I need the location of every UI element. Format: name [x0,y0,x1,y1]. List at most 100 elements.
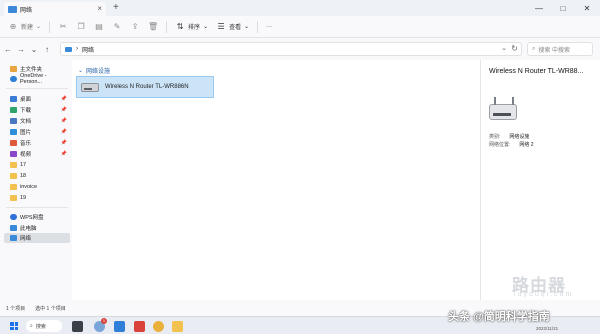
sidebar-item-onedrive[interactable]: OneDrive - Person... [4,73,70,85]
device-item-router[interactable]: Wireless N Router TL-WR886N [76,76,214,98]
sidebar-item-19[interactable]: 19 [4,193,70,203]
rename-icon[interactable]: ✎ [112,22,122,31]
sidebar-item-videos[interactable]: 视频 📌 [4,149,70,159]
tab-label: 网络 [20,7,33,14]
sort-icon: ⇅ [176,22,184,31]
notification-badge: 1 [101,318,107,324]
view-label: 查看 [229,25,242,31]
pin-icon: 📌 [60,118,67,124]
tab-network[interactable]: 网络 × [4,2,106,16]
chevron-down-icon: ⌄ [244,24,250,30]
cut-icon[interactable]: ✂ [58,22,68,31]
selected-count: 选中 1 个项目 [35,305,66,312]
search-input[interactable]: ⌕ 搜索 中搜索 [527,42,593,56]
folder-icon [10,184,17,190]
toolbar-divider [257,20,259,33]
sidebar-item-pictures[interactable]: 图片 📌 [4,127,70,137]
cloud-drive-icon [10,214,17,220]
sidebar-item-label: 视频 [20,152,32,158]
sidebar-item-label: 19 [20,195,27,201]
title-bar: 网络 × + — □ ✕ [0,0,600,16]
chevron-down-icon: ⌄ [36,24,42,30]
share-icon[interactable]: ⇪ [130,22,140,31]
sidebar-item-label: 17 [20,162,27,168]
pin-icon: 📌 [60,129,67,135]
sidebar-item-downloads[interactable]: 下载 📌 [4,105,70,115]
file-list-pane: ⌄ 网络设施 Wireless N Router TL-WR886N [72,60,480,300]
maximize-button[interactable]: □ [551,0,575,16]
start-tile [10,322,14,326]
sidebar-item-this-pc[interactable]: 此电脑 [4,223,70,233]
sidebar-item-18[interactable]: 18 [4,171,70,181]
start-tile [14,322,18,326]
address-dropdown-icon[interactable]: ⌄ [501,44,507,52]
address-bar-row: ← → ⌄ ↑ › 网络 ⌄ ↻ ⌕ 搜索 中搜索 [0,38,600,60]
search-icon: ⌕ [532,45,536,52]
sidebar-item-label: 图片 [20,130,32,136]
pin-icon: 📌 [60,96,67,102]
wps-icon[interactable] [134,321,145,332]
sidebar-item-label: 桌面 [20,97,32,103]
router-icon [81,82,99,92]
start-button[interactable] [10,322,18,330]
sort-label: 排序 [188,25,201,31]
sidebar-item-wps-drive[interactable]: WPS网盘 [4,212,70,222]
refresh-icon[interactable]: ↻ [511,44,518,53]
taskbar-search-label: 搜索 [35,323,46,330]
sidebar-item-label: 音乐 [20,141,32,147]
item-count: 1 个项目 [6,305,26,312]
breadcrumb-network[interactable]: 网络 [82,45,94,54]
chrome-icon[interactable] [153,321,164,332]
sidebar-item-documents[interactable]: 文档 📌 [4,116,70,126]
pin-icon: 📌 [60,140,67,146]
details-value: 网络 2 [519,142,534,148]
sidebar-divider [6,88,68,89]
close-window-button[interactable]: ✕ [575,0,599,16]
sort-button[interactable]: ⇅ 排序 ⌄ [175,22,208,31]
watermark: 路由器 luyouqi.com 头条 @简明科学指南 [444,271,582,323]
more-options-button[interactable]: ··· [266,24,272,30]
mail-icon[interactable] [114,321,125,332]
network-folder-icon [8,5,17,13]
breadcrumb-chevron-icon: › [76,46,78,52]
folder-icon [10,195,17,201]
folder-icon [10,173,17,179]
watermark-logo-sub: luyouqi.com [514,291,574,298]
tab-close-icon[interactable]: × [97,4,102,13]
delete-icon[interactable]: 🗑 [148,22,158,31]
music-icon [10,140,17,146]
details-value: 网络设施 [509,134,530,140]
sidebar-item-17[interactable]: 17 [4,160,70,170]
sidebar-item-label: OneDrive - Person... [20,73,47,85]
sidebar-item-label: 18 [20,173,27,179]
group-header-network-infrastructure[interactable]: ⌄ 网络设施 [78,66,110,75]
address-field[interactable]: › 网络 ⌄ ↻ [60,42,522,56]
router-ports-shape [493,113,511,116]
sidebar-item-label: 网络 [20,236,32,242]
network-icon [10,235,17,241]
sidebar-item-network[interactable]: 网络 [4,233,70,243]
view-button[interactable]: ☰ 查看 ⌄ [216,22,250,31]
up-arrow-icon[interactable]: ↑ [42,45,52,54]
copy-icon[interactable]: ❐ [76,22,86,31]
start-tile [14,326,18,330]
sidebar-item-desktop[interactable]: 桌面 📌 [4,94,70,104]
toolbar-divider [49,20,51,33]
paste-icon[interactable]: ▤ [94,22,104,31]
new-tab-button[interactable]: + [113,2,119,13]
file-explorer-icon[interactable] [172,321,183,332]
task-view-icon[interactable] [72,321,83,332]
sidebar-item-label: 文档 [20,119,32,125]
toolbar-divider [166,20,168,33]
taskbar-search[interactable]: ⌕ 搜索 [26,320,62,332]
sidebar-item-invoice[interactable]: invoice [4,182,70,192]
antenna-shape [494,97,496,105]
new-button[interactable]: ⊕ 新建 ⌄ [8,22,41,31]
sidebar-item-music[interactable]: 音乐 📌 [4,138,70,148]
back-arrow-icon[interactable]: ← [3,45,13,54]
recent-chevron-icon[interactable]: ⌄ [29,45,39,54]
watermark-caption: 头条 @简明科学指南 [448,311,550,323]
minimize-button[interactable]: — [527,0,551,16]
sidebar-item-label: WPS网盘 [20,215,44,221]
forward-arrow-icon[interactable]: → [16,45,26,54]
